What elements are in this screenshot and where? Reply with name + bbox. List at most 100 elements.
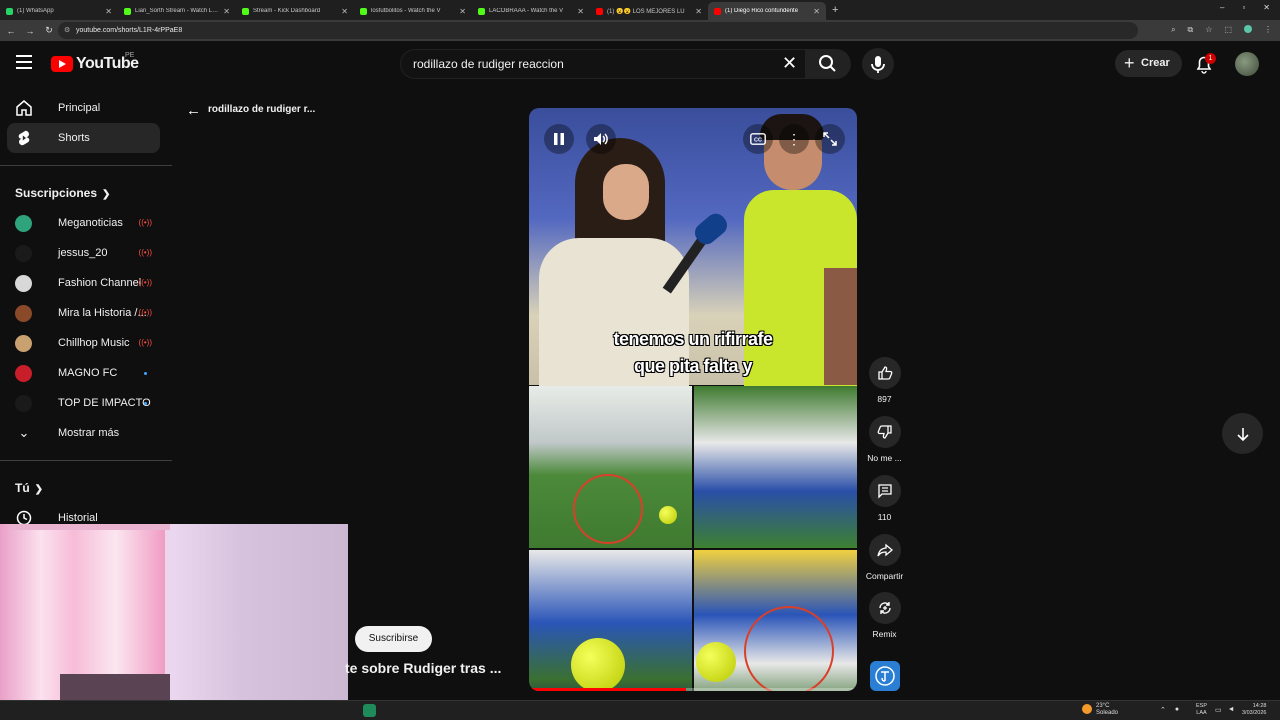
replay-frame-3 — [529, 550, 692, 691]
back-arrow-icon[interactable]: ← — [186, 102, 201, 119]
subscriptions-heading[interactable]: Suscripciones ❯ — [0, 178, 172, 208]
maximize-icon[interactable]: ▫ — [1242, 3, 1245, 12]
subscription-item[interactable]: TOP DE IMPACTO — [7, 388, 160, 418]
lang-top: ESP — [1196, 703, 1208, 709]
you-heading[interactable]: Tú ❯ — [0, 473, 172, 503]
profile-icon[interactable] — [1244, 25, 1252, 33]
voice-search-button[interactable] — [862, 48, 894, 80]
minimize-icon[interactable]: – — [1220, 3, 1224, 12]
sidebar-item-principal[interactable]: Principal — [7, 93, 160, 123]
browser-tab[interactable]: losfutbolitos - Watch the V ✕ — [354, 2, 472, 20]
like-action[interactable]: 897 — [867, 357, 902, 404]
weather-temperature: 23°C — [1096, 703, 1110, 709]
clear-search-icon[interactable]: ✕ — [782, 53, 797, 73]
subscription-item[interactable]: Meganoticias ((•)) — [7, 208, 160, 238]
tab-close-icon[interactable]: ✕ — [577, 7, 584, 16]
reload-icon[interactable]: ↻ — [41, 25, 57, 36]
search-input[interactable]: rodillazo de rudiger reaccion — [400, 49, 812, 79]
account-avatar[interactable] — [1235, 52, 1259, 76]
channel-logo-icon — [875, 666, 895, 686]
forward-nav-icon[interactable]: → — [22, 26, 38, 36]
tab-close-icon[interactable]: ✕ — [105, 7, 112, 16]
system-tray: ⌃ ● — [1160, 706, 1179, 714]
taskbar-app-icon[interactable] — [363, 704, 376, 717]
subscription-item[interactable]: jessus_20 ((•)) — [7, 238, 160, 268]
tab-close-icon[interactable]: ✕ — [813, 7, 820, 16]
home-icon — [16, 100, 32, 116]
clock-time: 14:28 — [1252, 703, 1267, 709]
search-button[interactable] — [805, 49, 851, 79]
microphone-icon — [871, 56, 885, 73]
tab-close-icon[interactable]: ✕ — [459, 7, 466, 16]
sidebar-item-label: Principal — [58, 102, 101, 114]
back-nav-icon[interactable]: ← — [3, 26, 19, 36]
channel-avatar-badge[interactable] — [870, 661, 900, 691]
url-bar[interactable]: ⚙ youtube.com/shorts/L1R-4rPPaE8 — [58, 22, 1138, 39]
weather-widget[interactable]: 23°C Soleado — [1082, 703, 1118, 717]
browser-menu-icon[interactable]: ⋮ — [1264, 25, 1272, 35]
speaker-icon[interactable]: ◄ — [1228, 706, 1235, 714]
youtube-logo[interactable]: YouTube PE — [51, 52, 139, 73]
subscription-label: MAGNO FC — [58, 367, 118, 379]
comments-action[interactable]: 110 — [867, 475, 902, 522]
bookmark-star-icon[interactable]: ☆ — [1205, 25, 1212, 35]
remix-button[interactable] — [868, 592, 901, 624]
browser-tab[interactable]: LACOBRAAA - Watch the V ✕ — [472, 2, 590, 20]
subscriptions-heading-label: Suscripciones — [15, 186, 98, 200]
share-action[interactable]: Compartir — [866, 534, 903, 581]
subscription-item[interactable]: Chillhop Music ((•)) — [7, 328, 160, 358]
sidebar: Principal Shorts Suscripciones ❯ Meganotic… — [0, 93, 172, 533]
captions-button[interactable]: CC — [743, 124, 773, 154]
weather-condition: Soleado — [1096, 710, 1119, 716]
dislike-button[interactable] — [868, 416, 901, 448]
sidebar-item-shorts[interactable]: Shorts — [7, 123, 160, 153]
language-indicator[interactable]: ESP LAA — [1196, 703, 1207, 717]
back-search-label[interactable]: rodillazo de rudiger r... — [208, 104, 315, 115]
tab-close-icon[interactable]: ✕ — [223, 7, 230, 16]
thumbs-up-icon — [877, 366, 892, 380]
dislike-label: No me ... — [867, 453, 902, 463]
network-icon[interactable]: ▭ — [1215, 706, 1222, 714]
extensions-icon[interactable]: ⬚ — [1224, 25, 1232, 35]
tab-close-icon[interactable]: ✕ — [341, 7, 348, 16]
install-icon[interactable]: ⧉ — [1188, 25, 1194, 35]
browser-tab[interactable]: (1) Diego Rico contundente ✕ — [708, 2, 826, 20]
shorts-icon — [18, 130, 30, 146]
like-button[interactable] — [868, 357, 901, 389]
browser-tab[interactable]: Lian_Sorth Stream - Watch Live ✕ — [118, 2, 236, 20]
site-info-icon[interactable]: ⚙ — [64, 22, 70, 39]
new-tab-button[interactable]: + — [832, 4, 838, 16]
browser-tab[interactable]: (1) 😮😮 LOS MEJORES LU ✕ — [590, 2, 708, 20]
subscribe-button[interactable]: Suscribirse — [355, 626, 432, 652]
system-clock[interactable]: 14:28 3/03/2026 — [1242, 703, 1266, 717]
more-options-button[interactable]: ⋮ — [779, 124, 809, 154]
browser-tab[interactable]: Stream - Kick Dashboard ✕ — [236, 2, 354, 20]
tab-title: (1) 😮😮 LOS MEJORES LU — [607, 8, 685, 15]
fullscreen-button[interactable] — [815, 124, 845, 154]
subscription-item[interactable]: Fashion Channel ((•)) — [7, 268, 160, 298]
create-label: Crear — [1141, 57, 1170, 69]
subscription-item[interactable]: MAGNO FC — [7, 358, 160, 388]
video-progress-bar[interactable] — [529, 688, 857, 691]
microphone-tray-icon[interactable]: ● — [1175, 706, 1179, 714]
comments-button[interactable] — [868, 475, 901, 507]
pause-button[interactable] — [544, 124, 574, 154]
youtube-header: YouTube PE rodillazo de rudiger reaccion… — [0, 41, 1280, 87]
dislike-action[interactable]: No me ... — [867, 416, 902, 463]
show-more-button[interactable]: ⌄ Mostrar más — [7, 418, 160, 448]
close-window-icon[interactable]: ✕ — [1263, 3, 1270, 12]
next-video-button[interactable] — [1222, 413, 1263, 454]
subscription-item[interactable]: Mira la Historia /... ((•)) — [7, 298, 160, 328]
browser-tab[interactable]: (1) WhatsApp ✕ — [0, 2, 118, 20]
tab-close-icon[interactable]: ✕ — [695, 7, 702, 16]
remix-action[interactable]: Remix — [867, 592, 902, 639]
hamburger-menu-icon[interactable] — [16, 55, 32, 69]
share-button[interactable] — [868, 534, 901, 566]
shorts-video-player[interactable]: tenemos un rifirrafe que pita falta y CC… — [529, 108, 857, 691]
tray-chevron-up-icon[interactable]: ⌃ — [1160, 706, 1166, 714]
volume-button[interactable] — [586, 124, 616, 154]
create-button[interactable]: + Crear — [1115, 50, 1182, 77]
tab-favicon-icon — [6, 7, 13, 15]
video-title[interactable]: te sobre Rudiger tras ... — [345, 660, 525, 676]
zoom-icon[interactable]: ⌕ — [1171, 25, 1175, 35]
